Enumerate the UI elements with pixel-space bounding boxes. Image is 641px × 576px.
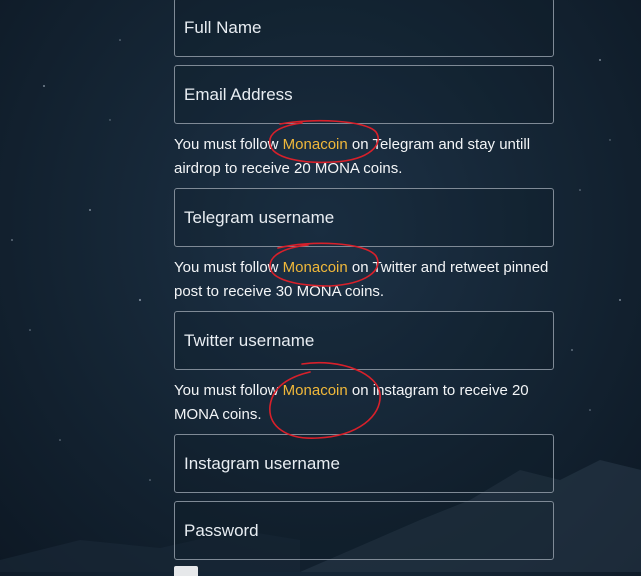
email-field[interactable] — [174, 65, 554, 124]
password-field[interactable] — [174, 501, 554, 560]
instagram-field[interactable] — [174, 434, 554, 493]
telegram-input[interactable] — [175, 189, 553, 246]
telegram-instruction: You must follow Monacoin on Telegram and… — [174, 136, 531, 177]
instagram-instruction: You must follow Monacoin on instagram to… — [174, 382, 529, 423]
full-name-input[interactable] — [175, 0, 553, 56]
full-name-field[interactable] — [174, 0, 554, 57]
monacoin-highlight: Monacoin — [282, 136, 348, 153]
terms-checkbox[interactable] — [174, 566, 198, 576]
twitter-instruction: You must follow Monacoin on Twitter and … — [174, 259, 549, 300]
twitter-input[interactable] — [175, 312, 553, 369]
monacoin-highlight: Monacoin — [282, 382, 348, 399]
email-input[interactable] — [175, 66, 553, 123]
instagram-input[interactable] — [175, 435, 553, 492]
monacoin-highlight: Monacoin — [282, 259, 348, 276]
password-input[interactable] — [175, 502, 553, 559]
telegram-field[interactable] — [174, 188, 554, 247]
twitter-field[interactable] — [174, 311, 554, 370]
